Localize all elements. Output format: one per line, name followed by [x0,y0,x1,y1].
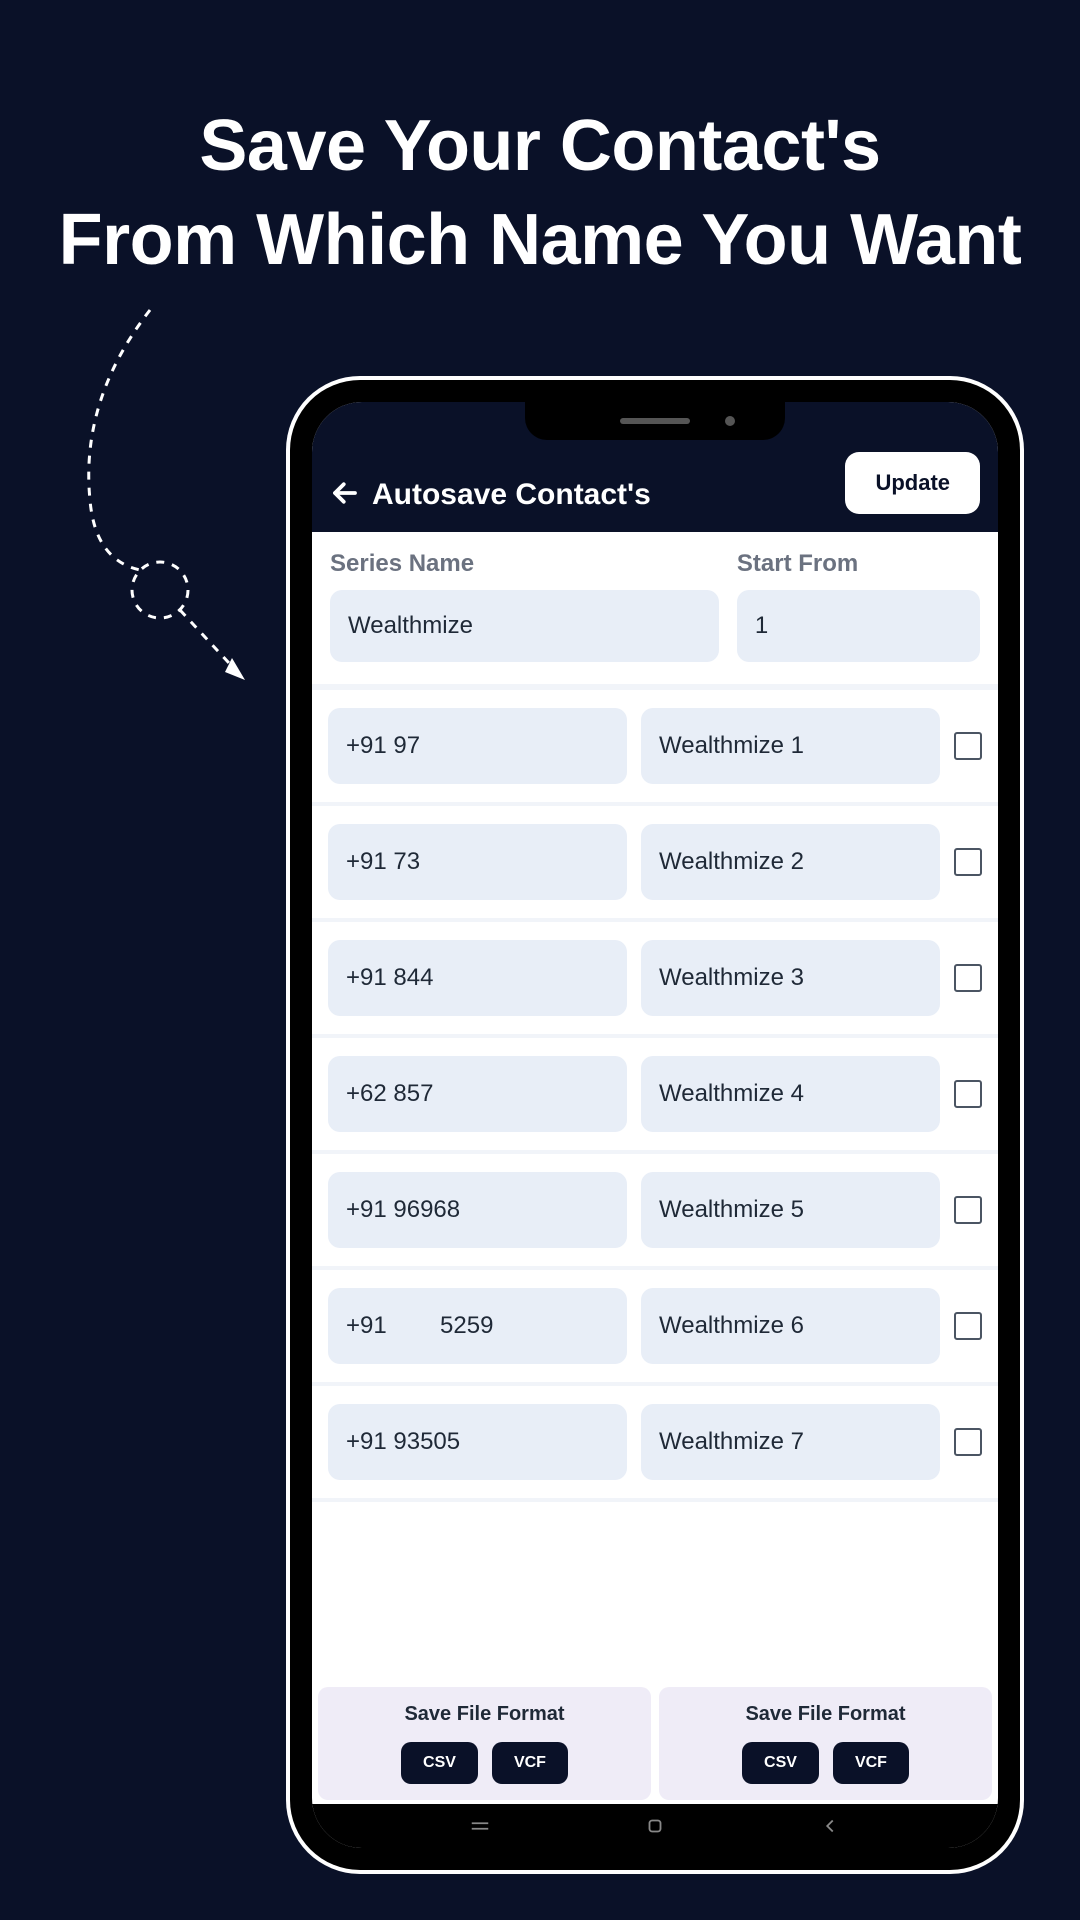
config-section: Series Name Start From [312,532,998,684]
save-panel-right: Save File Format CSV VCF [659,1687,992,1800]
contact-phone[interactable]: +62 857 [328,1056,627,1132]
vcf-button[interactable]: VCF [833,1742,909,1784]
contact-checkbox[interactable] [954,732,982,760]
contact-phone[interactable]: +91 5259 [328,1288,627,1364]
contact-checkbox[interactable] [954,1312,982,1340]
contact-row: +91 96968Wealthmize 5 [312,1154,998,1270]
contact-phone[interactable]: +91 96968 [328,1172,627,1248]
contact-row: +91 5259Wealthmize 6 [312,1270,998,1386]
footer-section: Save File Format CSV VCF Save File Forma… [312,1687,998,1800]
headline-line-2: From Which Name You Want [59,200,1022,280]
contact-name[interactable]: Wealthmize 3 [641,940,940,1016]
series-name-label: Series Name [330,550,719,578]
contact-list: +91 97Wealthmize 1+91 73Wealthmize 2+91 … [312,690,998,1502]
contact-row: +91 97Wealthmize 1 [312,690,998,806]
format-buttons: CSV VCF [401,1742,568,1784]
contact-row: +91 73Wealthmize 2 [312,806,998,922]
headline-line-1: Save Your Contact's [199,106,880,186]
contact-name[interactable]: Wealthmize 5 [641,1172,940,1248]
contact-row: +91 844Wealthmize 3 [312,922,998,1038]
contact-phone[interactable]: +91 93505 [328,1404,627,1480]
contact-name[interactable]: Wealthmize 6 [641,1288,940,1364]
contact-row: +62 857Wealthmize 4 [312,1038,998,1154]
recents-icon[interactable] [469,1815,491,1837]
contact-checkbox[interactable] [954,1428,982,1456]
decorative-arrow [50,300,270,700]
contact-name[interactable]: Wealthmize 1 [641,708,940,784]
android-nav-bar [312,1804,998,1848]
phone-screen: Autosave Contact's Update Series Name St… [312,402,998,1848]
contact-name[interactable]: Wealthmize 4 [641,1056,940,1132]
start-from-input[interactable] [737,590,980,662]
save-format-label: Save File Format [404,1703,564,1726]
arrow-left-icon [330,478,360,508]
contact-phone[interactable]: +91 73 [328,824,627,900]
back-nav-icon[interactable] [819,1815,841,1837]
page-title: Autosave Contact's [372,478,833,514]
home-icon[interactable] [644,1815,666,1837]
start-from-group: Start From [737,550,980,662]
update-button[interactable]: Update [845,452,980,514]
format-buttons: CSV VCF [742,1742,909,1784]
contact-name[interactable]: Wealthmize 7 [641,1404,940,1480]
contact-row: +91 93505Wealthmize 7 [312,1386,998,1502]
contact-phone[interactable]: +91 844 [328,940,627,1016]
save-panel-left: Save File Format CSV VCF [318,1687,651,1800]
save-format-label: Save File Format [745,1703,905,1726]
vcf-button[interactable]: VCF [492,1742,568,1784]
marketing-headline: Save Your Contact's From Which Name You … [0,0,1080,307]
series-name-input[interactable] [330,590,719,662]
contact-name[interactable]: Wealthmize 2 [641,824,940,900]
csv-button[interactable]: CSV [742,1742,819,1784]
contact-checkbox[interactable] [954,1080,982,1108]
contact-checkbox[interactable] [954,964,982,992]
start-from-label: Start From [737,550,980,578]
contact-phone[interactable]: +91 97 [328,708,627,784]
back-button[interactable] [330,478,360,514]
series-name-group: Series Name [330,550,719,662]
phone-frame: Autosave Contact's Update Series Name St… [290,380,1020,1870]
contact-checkbox[interactable] [954,848,982,876]
csv-button[interactable]: CSV [401,1742,478,1784]
contact-checkbox[interactable] [954,1196,982,1224]
phone-notch [525,402,785,440]
